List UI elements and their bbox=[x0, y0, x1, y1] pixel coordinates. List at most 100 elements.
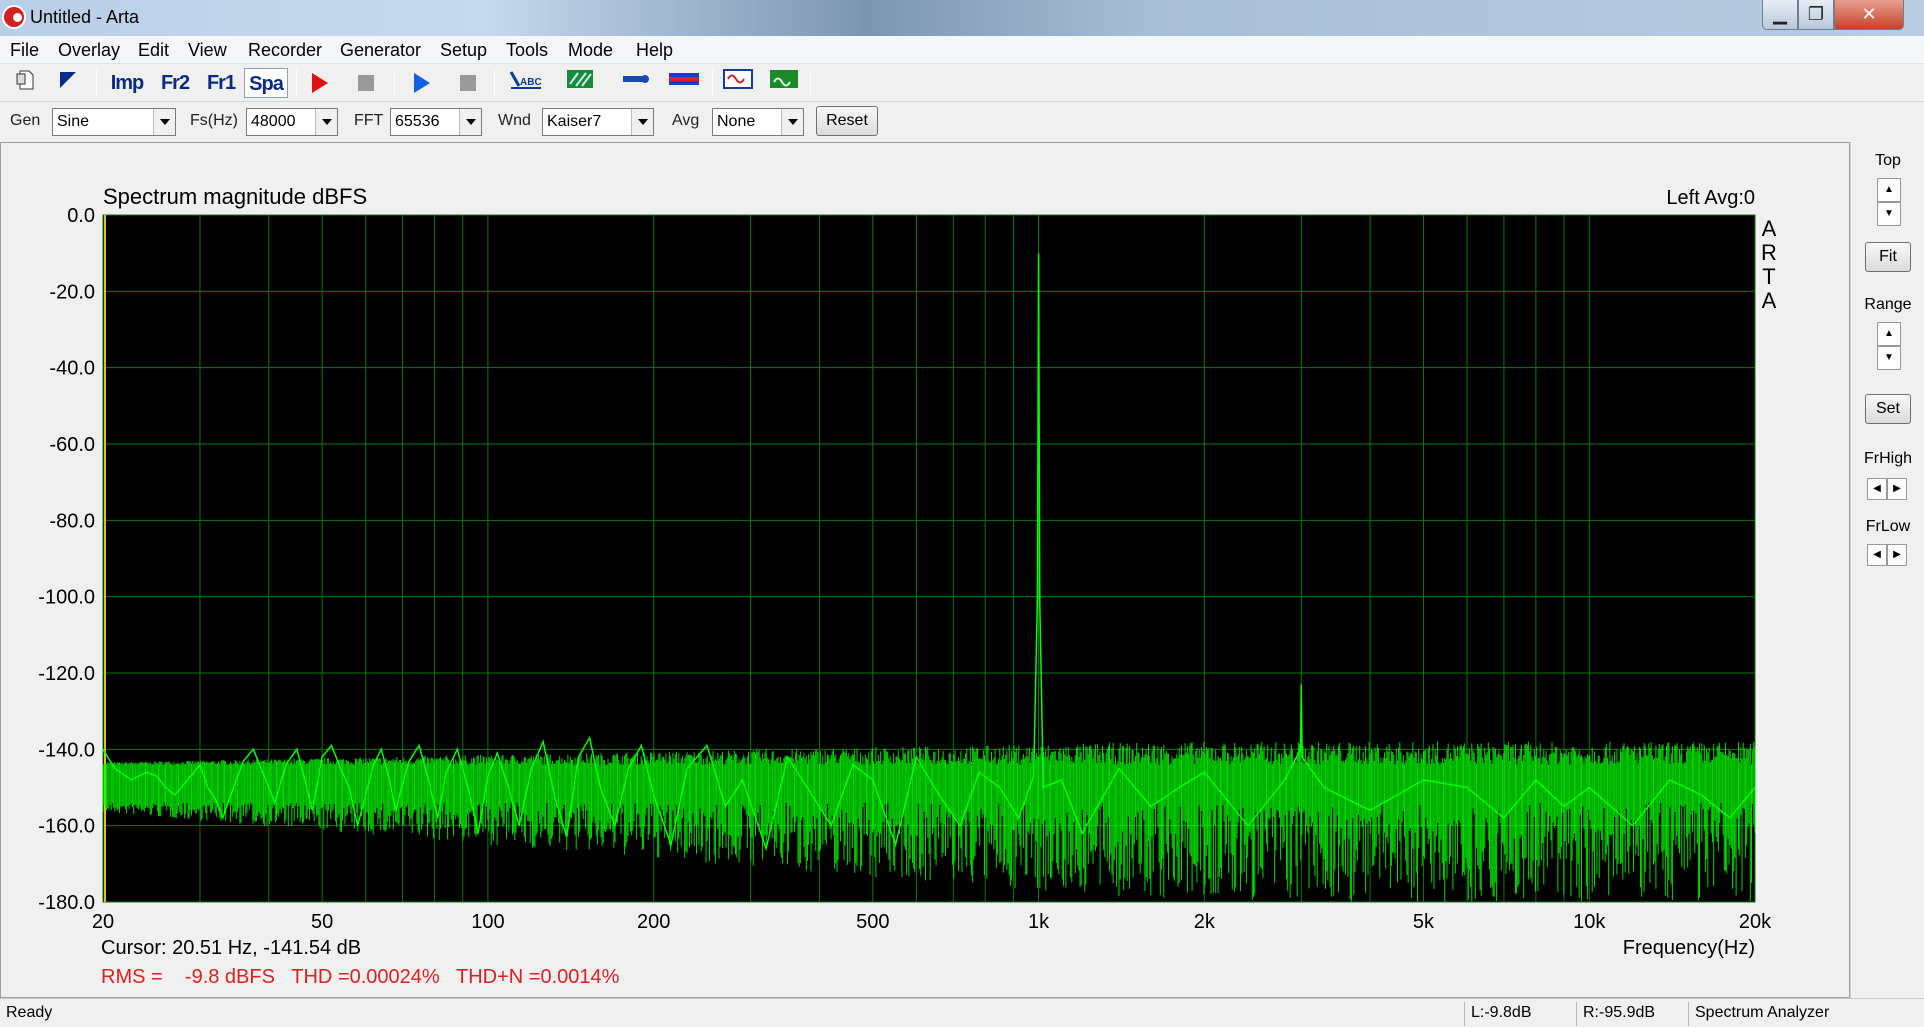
channel-info: Left Avg:0 bbox=[1666, 187, 1755, 209]
open-file-icon[interactable] bbox=[50, 68, 86, 98]
generator-play-icon[interactable] bbox=[404, 68, 440, 98]
avg-select[interactable]: None bbox=[712, 108, 804, 136]
new-file-icon[interactable] bbox=[8, 68, 44, 98]
oscilloscope-icon[interactable] bbox=[720, 68, 756, 98]
menu-generator[interactable]: Generator bbox=[334, 37, 427, 63]
fit-button[interactable]: Fit bbox=[1865, 242, 1911, 272]
menu-help[interactable]: Help bbox=[630, 37, 679, 63]
chevron-down-icon[interactable] bbox=[459, 109, 481, 135]
toolbar-separator bbox=[394, 70, 395, 96]
top-down-button[interactable]: ▼ bbox=[1877, 202, 1901, 226]
fft-value: 65536 bbox=[395, 113, 440, 130]
status-left-level: L:-9.8dB bbox=[1464, 1002, 1576, 1026]
fr2-mode-icon[interactable]: Fr2 bbox=[152, 68, 198, 98]
chart-title: Spectrum magnitude dBFS bbox=[103, 184, 367, 209]
y-tick-label: -40.0 bbox=[49, 358, 95, 380]
brand-letter-t: T bbox=[1762, 264, 1775, 289]
status-ready: Ready bbox=[6, 1004, 53, 1021]
bar-icon[interactable] bbox=[664, 68, 704, 98]
y-tick-label: -20.0 bbox=[49, 281, 95, 303]
menu-setup[interactable]: Setup bbox=[434, 37, 493, 63]
maximize-button[interactable]: ❐ bbox=[1798, 0, 1834, 30]
x-tick-label: 500 bbox=[856, 911, 889, 933]
x-tick-label: 100 bbox=[471, 911, 504, 933]
y-tick-label: -180.0 bbox=[38, 892, 95, 914]
top-up-button[interactable]: ▲ bbox=[1877, 178, 1901, 202]
arta-app-icon[interactable] bbox=[2, 5, 26, 29]
record-play-icon[interactable] bbox=[302, 68, 338, 98]
window-title: Untitled - Arta bbox=[30, 7, 140, 27]
frhigh-label: FrHigh bbox=[1863, 450, 1912, 467]
generator-stop-icon[interactable] bbox=[450, 68, 486, 98]
color-icon[interactable] bbox=[562, 68, 598, 98]
menu-overlay[interactable]: Overlay bbox=[52, 37, 126, 63]
measurement-summary: RMS = -9.8 dBFS THD =0.00024% THD+N =0.0… bbox=[101, 966, 620, 988]
frhigh-left-button[interactable]: ◀ bbox=[1867, 478, 1887, 500]
title-bar[interactable]: Untitled - Arta ▁ ❐ ✕ bbox=[0, 0, 1924, 36]
x-tick-label: 20 bbox=[92, 911, 114, 933]
toolbar-separator bbox=[712, 70, 713, 96]
frhigh-right-button[interactable]: ▶ bbox=[1887, 478, 1907, 500]
spectrum-plot-area[interactable]: 0.0 -20.0 -40.0 -60.0 -80.0 -100.0 -120.0 -140.… bbox=[0, 142, 1850, 998]
menu-edit[interactable]: Edit bbox=[132, 37, 175, 63]
range-label: Range bbox=[1864, 296, 1912, 313]
fs-value: 48000 bbox=[251, 113, 296, 130]
x-axis-ticks: 20 50 100 200 500 1k 2k 5k 10k 20k bbox=[92, 911, 1772, 933]
top-label: Top bbox=[1875, 152, 1901, 169]
menu-tools[interactable]: Tools bbox=[500, 37, 554, 63]
x-tick-label: 200 bbox=[637, 911, 670, 933]
menu-mode[interactable]: Mode bbox=[562, 37, 619, 63]
x-tick-label: 5k bbox=[1413, 911, 1435, 933]
spectrum-icon[interactable] bbox=[766, 68, 802, 98]
chevron-down-icon[interactable] bbox=[781, 109, 803, 135]
fft-select[interactable]: 65536 bbox=[390, 108, 482, 136]
toolbar-separator bbox=[810, 70, 811, 96]
avg-value: None bbox=[717, 113, 756, 130]
x-tick-label: 10k bbox=[1573, 911, 1606, 933]
spa-mode-icon[interactable]: Spa bbox=[244, 68, 288, 98]
status-bar: Ready L:-9.8dB R:-95.9dB Spectrum Analyz… bbox=[0, 998, 1924, 1027]
record-stop-icon[interactable] bbox=[348, 68, 384, 98]
fs-label: Fs(Hz) bbox=[190, 112, 238, 129]
gen-label: Gen bbox=[10, 112, 41, 129]
imp-mode-icon[interactable]: Imp bbox=[104, 68, 150, 98]
toolbar-separator bbox=[96, 70, 97, 96]
y-axis-ticks: 0.0 -20.0 -40.0 -60.0 -80.0 -100.0 -120.0 -140.… bbox=[38, 205, 95, 914]
fs-select[interactable]: 48000 bbox=[246, 108, 338, 136]
close-button[interactable]: ✕ bbox=[1834, 0, 1904, 30]
status-mode: Spectrum Analyzer bbox=[1688, 1002, 1924, 1026]
chevron-down-icon[interactable] bbox=[315, 109, 337, 135]
reset-button[interactable]: Reset bbox=[816, 106, 878, 136]
y-tick-label: -80.0 bbox=[49, 510, 95, 532]
x-tick-label: 50 bbox=[311, 911, 333, 933]
menu-recorder[interactable]: Recorder bbox=[242, 37, 328, 63]
frlow-left-button[interactable]: ◀ bbox=[1867, 544, 1887, 566]
fft-label: FFT bbox=[354, 112, 384, 129]
chevron-down-icon[interactable] bbox=[153, 109, 175, 135]
x-axis-label: Frequency(Hz) bbox=[1623, 937, 1755, 959]
x-tick-label: 1k bbox=[1028, 911, 1050, 933]
toolbar-separator bbox=[494, 70, 495, 96]
set-button[interactable]: Set bbox=[1865, 394, 1911, 424]
range-up-button[interactable]: ▲ bbox=[1877, 322, 1901, 346]
gen-select[interactable]: Sine bbox=[52, 108, 176, 136]
frlow-right-button[interactable]: ▶ bbox=[1887, 544, 1907, 566]
x-tick-label: 2k bbox=[1194, 911, 1216, 933]
side-panel: Top ▲ ▼ Fit Range ▲ ▼ Set FrHigh ◀ ▶ FrL… bbox=[1850, 142, 1924, 998]
chevron-down-icon[interactable] bbox=[631, 109, 653, 135]
range-down-button[interactable]: ▼ bbox=[1877, 346, 1901, 370]
y-tick-label: -60.0 bbox=[49, 434, 95, 456]
meter-icon[interactable] bbox=[618, 68, 654, 98]
frlow-label: FrLow bbox=[1865, 518, 1911, 535]
spectrum-chart[interactable]: 0.0 -20.0 -40.0 -60.0 -80.0 -100.0 -120.0 -140.… bbox=[1, 143, 1849, 997]
y-tick-label: -100.0 bbox=[38, 587, 95, 609]
wnd-select[interactable]: Kaiser7 bbox=[542, 108, 654, 136]
menu-file[interactable]: File bbox=[4, 37, 45, 63]
y-tick-label: 0.0 bbox=[67, 205, 95, 227]
abc-text-icon[interactable]: ABC bbox=[506, 68, 546, 98]
svg-text:ABC: ABC bbox=[520, 77, 542, 88]
minimize-button[interactable]: ▁ bbox=[1762, 0, 1798, 30]
menu-view[interactable]: View bbox=[182, 37, 233, 63]
brand-letter-r: R bbox=[1761, 240, 1777, 265]
fr1-mode-icon[interactable]: Fr1 bbox=[198, 68, 244, 98]
